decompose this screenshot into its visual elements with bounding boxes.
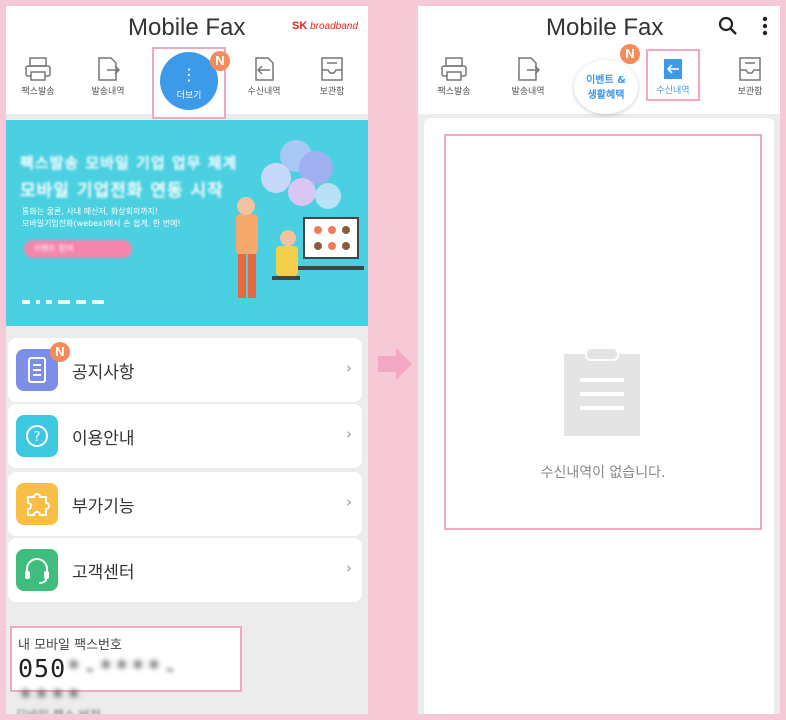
storage-icon (739, 57, 761, 81)
header-actions (718, 12, 768, 36)
banner-desc-line: 모바일기업전화(webex)에서 손 쉽게, 한 번에! (22, 219, 181, 228)
send-doc-icon (98, 57, 121, 81)
tab-label: 보관함 (319, 87, 345, 97)
tab-receive-history[interactable]: 수신내역 (646, 49, 700, 101)
new-badge: N (210, 51, 230, 71)
left-screen: Mobile Fax SK broadband 팩스발송 발송내역 수신내역 보… (6, 6, 368, 714)
tab-label: 생활혜택 (587, 90, 625, 101)
menu-item-guide[interactable]: ? 이용안내 › (8, 404, 362, 468)
menu-item-label: 이용안내 (72, 429, 135, 449)
banner-page-indicator (22, 300, 104, 304)
chevron-right-icon: › (346, 359, 352, 377)
tab-fax-send[interactable]: 팩스발송 (8, 50, 68, 108)
tab-label: 팩스발송 (437, 87, 471, 97)
banner-button[interactable]: 이벤트 참여 (24, 240, 132, 258)
headset-icon (16, 549, 58, 591)
tab-label: 팩스발송 (21, 87, 55, 97)
fax-number-label: 내 모바일 팩스번호 (18, 638, 122, 653)
tab-send-history[interactable]: 발송내역 (498, 50, 558, 108)
promo-banner[interactable]: 팩스발송 모바일 기업 업무 체계 모바일 기업전화 연동 시작 통화는 물론,… (6, 120, 368, 326)
tab-label: 수신내역 (656, 86, 690, 96)
receive-doc-icon (255, 57, 274, 81)
menu-item-label: 부가기능 (72, 497, 135, 517)
storage-icon (321, 57, 343, 81)
chevron-right-icon: › (346, 425, 352, 443)
send-doc-icon (518, 57, 541, 81)
chevron-right-icon: › (346, 493, 352, 511)
banner-illustration (236, 140, 364, 298)
fax-number-prefix: 050 (18, 654, 67, 683)
menu-item-label: 공지사항 (72, 363, 135, 383)
chevron-right-icon: › (346, 559, 352, 577)
clipboard-icon (564, 348, 640, 436)
tab-receive-history[interactable]: 수신내역 (234, 50, 294, 108)
menu-item-notice[interactable]: N 공지사항 › (8, 338, 362, 402)
search-icon[interactable] (718, 16, 738, 36)
receive-doc-icon (664, 59, 682, 79)
right-screen: Mobile Fax 팩스발송 발송내역 보관함 이벤트 & 생활혜택 N 수신… (418, 6, 780, 714)
tab-label: 더보기 (176, 91, 202, 101)
tab-label: 발송내역 (91, 87, 125, 97)
tab-more[interactable]: ⋮ 더보기 N (152, 47, 230, 119)
banner-subheadline: 모바일 기업전화 연동 시작 (20, 181, 224, 201)
menu-item-customer-center[interactable]: 고객센터 › (8, 538, 362, 602)
tab-event-benefits[interactable]: 이벤트 & 생활혜택 (574, 60, 638, 114)
tab-label: 발송내역 (511, 87, 545, 97)
app-header: Mobile Fax 팩스발송 발송내역 보관함 이벤트 & 생활혜택 N 수신… (418, 6, 780, 114)
overflow-menu-icon[interactable] (762, 16, 768, 36)
tab-send-history[interactable]: 발송내역 (78, 50, 138, 108)
tab-storage[interactable]: 보관함 (720, 50, 780, 108)
help-icon: ? (16, 415, 58, 457)
comparison-frame: Mobile Fax SK broadband 팩스발송 발송내역 수신내역 보… (0, 0, 786, 720)
fax-number-value: 050*-****-**** (18, 654, 240, 712)
new-badge: N (50, 342, 70, 362)
banner-headline: 팩스발송 모바일 기업 업무 체계 (20, 154, 238, 172)
printer-icon (25, 57, 51, 81)
tab-label: 수신내역 (247, 87, 281, 97)
more-icon: ⋮ (181, 65, 197, 84)
menu-item-addons[interactable]: 부가기능 › (8, 472, 362, 536)
app-title: Mobile Fax (546, 14, 664, 41)
empty-message: 수신내역이 없습니다. (540, 465, 666, 481)
new-badge: N (620, 44, 640, 64)
my-fax-number-card: 내 모바일 팩스번호 050*-****-**** (10, 626, 242, 712)
printer-icon (441, 57, 467, 81)
app-title: Mobile Fax (128, 14, 246, 41)
bottom-section-label: 모바일 팩스 버전 (16, 706, 101, 714)
arrow-right-icon (378, 348, 412, 380)
svg-text:?: ? (34, 430, 41, 445)
tab-label: 이벤트 & (586, 75, 626, 86)
banner-description: 통화는 물론, 사내 메신저, 화상회의까지! 모바일기업전화(webex)에서… (22, 206, 181, 230)
tab-storage[interactable]: 보관함 (302, 50, 362, 108)
tab-label: 보관함 (737, 87, 763, 97)
brand-logo: SK broadband (292, 20, 358, 32)
menu-item-label: 고객센터 (72, 563, 135, 583)
puzzle-icon (16, 483, 58, 525)
empty-state: 수신내역이 없습니다. (444, 134, 762, 530)
tab-fax-send[interactable]: 팩스발송 (424, 50, 484, 108)
banner-desc-line: 통화는 물론, 사내 메신저, 화상회의까지! (22, 207, 159, 216)
